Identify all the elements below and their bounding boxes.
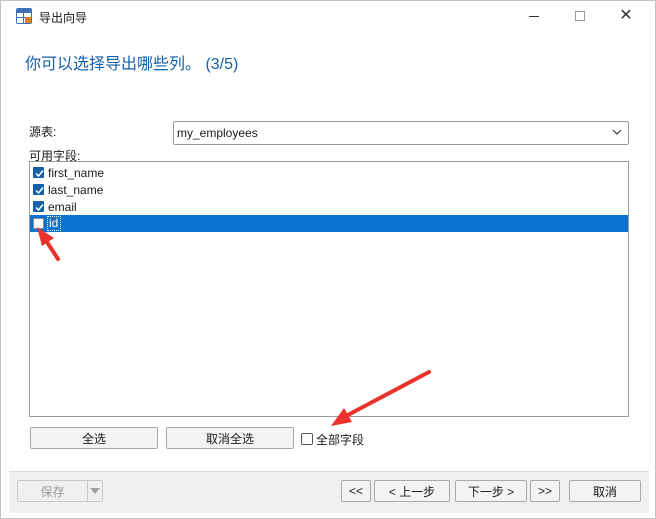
source-table-select[interactable]: my_employees (173, 121, 629, 145)
chevron-down-icon (612, 129, 622, 135)
all-fields-checkbox[interactable]: 全部字段 (301, 431, 364, 447)
minimize-button[interactable] (511, 1, 557, 31)
field-row-first-name[interactable]: first_name (30, 164, 628, 181)
step-heading: 你可以选择导出哪些列。 (3/5) (25, 56, 239, 73)
close-icon: ✕ (619, 7, 633, 24)
minimize-icon (529, 15, 539, 17)
title-bar: 导出向导 ✕ (1, 1, 655, 31)
source-table-value: my_employees (177, 126, 258, 140)
maximize-icon (575, 11, 585, 21)
dropdown-arrow-icon[interactable] (90, 488, 100, 494)
select-all-button[interactable]: 全选 (30, 427, 158, 449)
window-title: 导出向导 (39, 11, 88, 25)
field-row-last-name[interactable]: last_name (30, 181, 628, 198)
save-split-button[interactable]: 保存 (17, 480, 103, 502)
deselect-all-button[interactable]: 取消全选 (166, 427, 294, 449)
field-row-id[interactable]: id (30, 215, 628, 232)
next-step-button[interactable]: 下一步 > (455, 480, 527, 502)
wizard-footer: 保存 << < 上一步 下一步 > >> 取消 (9, 471, 649, 513)
available-fields-list[interactable]: first_name last_name email id (29, 161, 629, 417)
checkbox-unchecked-icon[interactable] (301, 433, 313, 445)
field-name: email (48, 200, 77, 214)
checkbox-unchecked-icon[interactable] (33, 218, 44, 229)
field-row-email[interactable]: email (30, 198, 628, 215)
checkbox-checked-icon[interactable] (33, 167, 44, 178)
field-name: id (47, 216, 62, 231)
close-button[interactable]: ✕ (603, 1, 649, 31)
source-table-label: 源表: (29, 125, 57, 139)
save-button[interactable]: 保存 (18, 481, 88, 501)
checkbox-checked-icon[interactable] (33, 201, 44, 212)
table-export-icon (16, 8, 32, 24)
all-fields-label: 全部字段 (316, 432, 365, 447)
first-step-button[interactable]: << (341, 480, 371, 502)
cancel-button[interactable]: 取消 (569, 480, 641, 502)
field-name: first_name (48, 166, 105, 180)
maximize-button[interactable] (557, 1, 603, 31)
field-name: last_name (48, 183, 104, 197)
previous-step-button[interactable]: < 上一步 (374, 480, 450, 502)
checkbox-checked-icon[interactable] (33, 184, 44, 195)
export-wizard-window: 导出向导 ✕ 你可以选择导出哪些列。 (3/5) 源表: my_employee… (0, 0, 656, 519)
last-step-button[interactable]: >> (530, 480, 560, 502)
